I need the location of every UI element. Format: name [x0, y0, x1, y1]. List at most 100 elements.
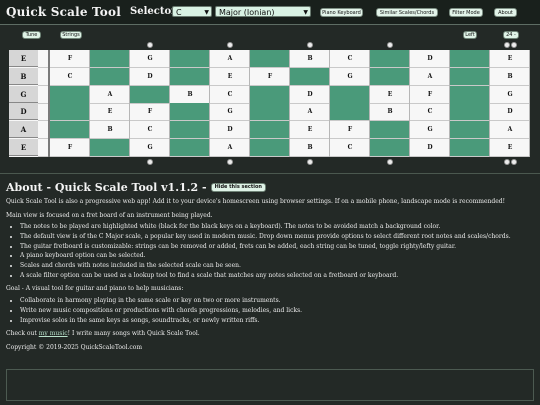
fret-cell[interactable]: G [130, 50, 170, 67]
fret-cell[interactable] [450, 103, 490, 120]
fret-cell[interactable]: D [410, 50, 450, 67]
fret-cell[interactable] [250, 86, 290, 103]
fret-count-select[interactable]: 24 - [503, 31, 519, 39]
piano-keyboard-button[interactable]: Piano Keyboard [320, 8, 363, 17]
string-label[interactable]: B [9, 68, 38, 85]
left-handed-toggle[interactable]: Left [463, 31, 477, 39]
fret-cell[interactable]: C [210, 86, 250, 103]
hide-section-button[interactable]: Hide this section [210, 183, 266, 193]
fret-cell[interactable] [450, 139, 490, 156]
fret-cell[interactable] [170, 50, 210, 67]
fret-cell[interactable] [330, 86, 370, 103]
fret-cell[interactable] [90, 139, 130, 156]
fret-line [489, 50, 490, 157]
fret-cell[interactable] [50, 121, 90, 138]
fret-cell[interactable] [170, 68, 210, 85]
string-label[interactable]: A [9, 121, 38, 138]
fret-cell[interactable]: F [130, 103, 170, 120]
fret-cell[interactable] [370, 139, 410, 156]
fret-cell[interactable]: E [490, 139, 530, 156]
strings-button[interactable]: Strings [60, 31, 82, 39]
fret-cell[interactable]: C [330, 139, 370, 156]
fret-cell[interactable] [450, 50, 490, 67]
similar-scales-button[interactable]: Similar Scales/Chords [376, 8, 438, 17]
fret-cell[interactable] [90, 50, 130, 67]
fret-cell[interactable]: F [50, 139, 90, 156]
fret-cell[interactable]: F [250, 68, 290, 85]
fret-cell[interactable] [370, 68, 410, 85]
fret-cell[interactable] [250, 50, 290, 67]
list-item: The notes to be played are highlighted w… [20, 223, 534, 232]
fret-cell[interactable] [90, 68, 130, 85]
root-note-select[interactable]: C ▼ [172, 6, 212, 17]
fret-cell[interactable] [50, 86, 90, 103]
fret-cell[interactable]: G [410, 121, 450, 138]
fret-cell[interactable]: E [210, 68, 250, 85]
fret-cell[interactable]: B [370, 103, 410, 120]
fret-cell[interactable]: B [290, 50, 330, 67]
fret-cell[interactable] [170, 139, 210, 156]
fret-marker-bottom [511, 159, 517, 165]
fret-cell[interactable]: G [490, 86, 530, 103]
fret-cell[interactable]: E [370, 86, 410, 103]
fret-cell[interactable]: D [210, 121, 250, 138]
fret-cell[interactable]: A [490, 121, 530, 138]
fret-cell[interactable]: G [130, 139, 170, 156]
fret-cell[interactable] [450, 86, 490, 103]
fret-cell[interactable] [370, 121, 410, 138]
fret-cell[interactable]: E [290, 121, 330, 138]
fret-cell[interactable] [250, 103, 290, 120]
fret-cell[interactable] [250, 121, 290, 138]
fret-cell[interactable]: D [490, 103, 530, 120]
my-music-link[interactable]: my music [39, 330, 68, 337]
fret-cell[interactable]: C [330, 50, 370, 67]
fret-cell[interactable]: B [170, 86, 210, 103]
scale-select[interactable]: Major (Ionian) ▼ [215, 6, 311, 17]
string-label[interactable]: E [9, 139, 38, 156]
fret-line [89, 50, 90, 157]
fret-cell[interactable]: C [130, 121, 170, 138]
fret-cell[interactable]: A [410, 68, 450, 85]
fret-cell[interactable]: D [290, 86, 330, 103]
fret-cell[interactable]: D [410, 139, 450, 156]
fret-cell[interactable]: B [290, 139, 330, 156]
string-label[interactable]: E [9, 50, 38, 67]
fret-cell[interactable] [330, 103, 370, 120]
fret-cell[interactable]: D [130, 68, 170, 85]
fret-cell[interactable]: C [50, 68, 90, 85]
about-button[interactable]: About [494, 8, 517, 17]
section-divider [0, 173, 540, 174]
tune-button[interactable]: Tune [22, 31, 41, 39]
fret-line [529, 50, 530, 157]
fret-cell[interactable] [450, 68, 490, 85]
fret-cell[interactable]: B [490, 68, 530, 85]
fret-cell[interactable] [250, 139, 290, 156]
fret-cell[interactable]: A [210, 139, 250, 156]
features-list: The notes to be played are highlighted w… [6, 223, 534, 280]
fret-cell[interactable] [50, 103, 90, 120]
fret-cell[interactable] [170, 103, 210, 120]
fret-cell[interactable] [450, 121, 490, 138]
fret-cell[interactable]: B [90, 121, 130, 138]
string-label[interactable]: G [9, 86, 38, 103]
fret-cell[interactable] [130, 86, 170, 103]
fret-cell[interactable]: F [410, 86, 450, 103]
fret-cell[interactable]: F [50, 50, 90, 67]
fret-cell[interactable]: G [210, 103, 250, 120]
chevron-down-icon: ▼ [204, 9, 209, 16]
fret-cell[interactable]: A [90, 86, 130, 103]
string-label[interactable]: D [9, 103, 38, 120]
fret-cell[interactable]: A [210, 50, 250, 67]
fret-cell[interactable] [170, 121, 210, 138]
list-item: A scale filter option can be used as a l… [20, 272, 534, 281]
fret-cell[interactable]: C [410, 103, 450, 120]
fret-cell[interactable]: A [290, 103, 330, 120]
fret-cell[interactable] [370, 50, 410, 67]
fret-cell[interactable]: E [90, 103, 130, 120]
fret-cell[interactable]: F [330, 121, 370, 138]
about-intro: Quick Scale Tool is also a progressive w… [6, 197, 506, 205]
fret-cell[interactable]: E [490, 50, 530, 67]
fret-cell[interactable]: G [330, 68, 370, 85]
filter-mode-button[interactable]: Filter Mode [449, 8, 483, 17]
fret-cell[interactable] [290, 68, 330, 85]
